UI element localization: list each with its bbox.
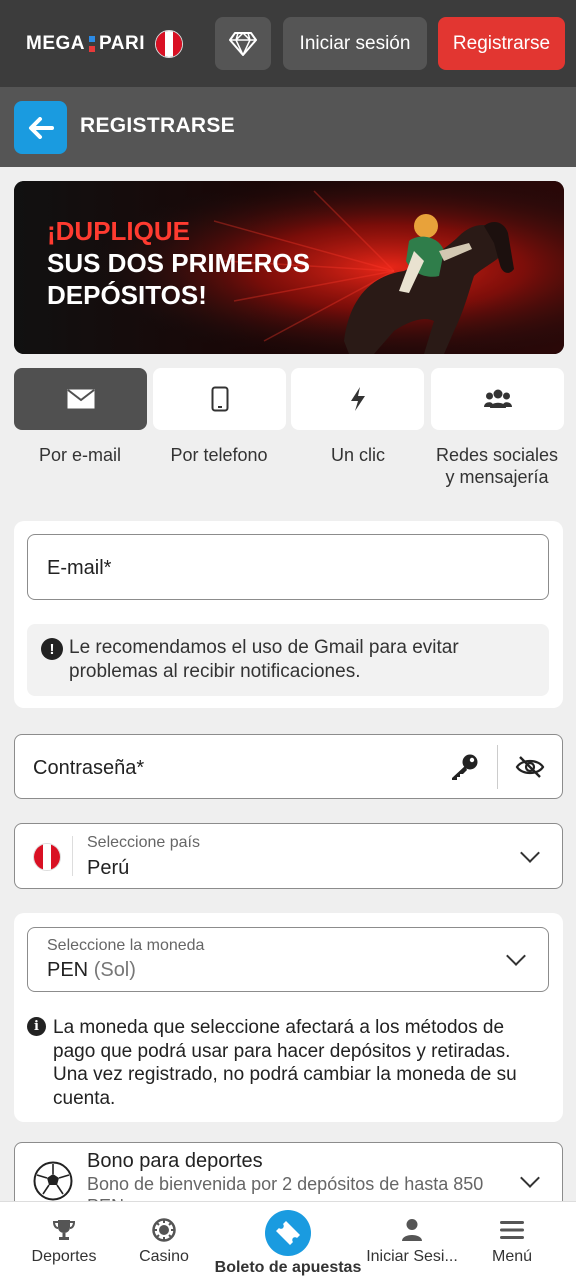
back-button[interactable]: [14, 101, 67, 154]
phone-icon: [211, 386, 228, 412]
soccer-ball-icon: [33, 1161, 73, 1201]
bottom-navigation: Deportes Casino Boleto de apuestas Inici…: [0, 1201, 576, 1280]
nav-login[interactable]: Iniciar Sesi...: [362, 1202, 462, 1280]
email-field[interactable]: E-mail*: [27, 534, 549, 600]
currency-label: Seleccione la moneda: [47, 937, 205, 954]
currency-name: (Sol): [93, 959, 136, 981]
currency-notice-text: La moneda que seleccione afectará a los …: [53, 1017, 517, 1109]
bonus-title: Bono para deportes: [87, 1150, 263, 1172]
nav-sports[interactable]: Deportes: [24, 1202, 104, 1280]
tab-phone[interactable]: [153, 368, 286, 430]
tab-email-label[interactable]: Por e-mail: [10, 444, 150, 466]
currency-value: PEN (Sol): [47, 959, 136, 982]
chevron-down-icon: [506, 946, 526, 966]
banner-line-2: SUS DOS PRIMEROS: [47, 248, 310, 278]
currency-code: PEN: [47, 959, 89, 981]
password-placeholder: Contraseña*: [33, 757, 145, 779]
banner-line-1: ¡DUPLIQUE: [47, 216, 190, 246]
nav-casino[interactable]: Casino: [124, 1202, 204, 1280]
tab-one-click[interactable]: [291, 368, 424, 430]
currency-select[interactable]: Seleccione la moneda PEN (Sol): [27, 927, 549, 992]
casino-chip-icon: [150, 1216, 178, 1244]
eye-slash-icon[interactable]: [515, 755, 545, 779]
key-icon[interactable]: [449, 753, 479, 781]
user-icon: [398, 1216, 426, 1244]
trophy-icon: [50, 1216, 78, 1244]
country-select-divider: [72, 836, 73, 876]
gmail-notice-text: Le recomendamos el uso de Gmail para evi…: [69, 637, 459, 682]
arrow-left-icon: [28, 116, 54, 139]
nav-menu-label: Menú: [491, 1248, 533, 1265]
users-icon: [483, 389, 512, 408]
nav-login-label: Iniciar Sesi...: [366, 1248, 458, 1265]
tab-social-label-line-2: y mensajería: [445, 467, 549, 487]
email-placeholder: E-mail*: [47, 557, 112, 579]
logo-text-right: PARI: [99, 33, 145, 54]
chevron-down-icon: [520, 843, 540, 863]
peru-flag-icon: [33, 843, 61, 871]
register-button[interactable]: Registrarse: [438, 17, 565, 70]
country-select[interactable]: Seleccione país Perú: [14, 823, 563, 889]
logo-separator: [89, 36, 95, 52]
gmail-notice: ! Le recomendamos el uso de Gmail para e…: [27, 624, 549, 696]
info-icon: i: [27, 1017, 46, 1036]
ticket-icon: [265, 1210, 311, 1256]
password-field-divider: [497, 745, 498, 789]
tab-social[interactable]: [431, 368, 564, 430]
nav-menu[interactable]: Menú: [472, 1202, 552, 1280]
nav-sports-label: Deportes: [31, 1248, 97, 1265]
hamburger-menu-icon: [498, 1216, 526, 1244]
exclamation-icon: !: [41, 638, 63, 660]
country-label: Seleccione país: [87, 834, 200, 851]
promo-banner[interactable]: ¡DUPLIQUE SUS DOS PRIMEROS DEPÓSITOS!: [14, 181, 564, 354]
tab-phone-label[interactable]: Por telefono: [149, 444, 289, 466]
tab-social-label-line-1: Redes sociales: [435, 445, 559, 465]
banner-line-3: DEPÓSITOS!: [47, 280, 207, 310]
megapari-logo[interactable]: MEGA PARI: [26, 28, 183, 60]
envelope-icon: [66, 389, 95, 409]
lightning-icon: [350, 387, 365, 411]
diamond-icon: [229, 31, 257, 56]
vip-diamond-button[interactable]: [215, 17, 271, 70]
chevron-down-icon: [520, 1168, 540, 1188]
tab-social-label[interactable]: Redes sociales y mensajería: [427, 444, 567, 488]
top-header: MEGA PARI Iniciar sesión Registrarse: [0, 0, 576, 87]
page-title-bar: REGISTRARSE: [0, 87, 576, 167]
nav-bet-slip[interactable]: Boleto de apuestas: [213, 1202, 363, 1280]
peru-flag-icon[interactable]: [154, 30, 183, 58]
password-field[interactable]: Contraseña*: [14, 734, 563, 799]
tab-one-click-label[interactable]: Un clic: [288, 444, 428, 466]
country-value: Perú: [87, 857, 130, 879]
login-button[interactable]: Iniciar sesión: [283, 17, 427, 70]
banner-headline: ¡DUPLIQUE SUS DOS PRIMEROS DEPÓSITOS!: [47, 215, 310, 311]
page-title: REGISTRARSE: [80, 114, 235, 137]
logo-text-left: MEGA: [26, 33, 85, 54]
tab-email[interactable]: [14, 368, 147, 430]
nav-bet-slip-label: Boleto de apuestas: [214, 1259, 362, 1276]
nav-casino-label: Casino: [139, 1248, 189, 1265]
